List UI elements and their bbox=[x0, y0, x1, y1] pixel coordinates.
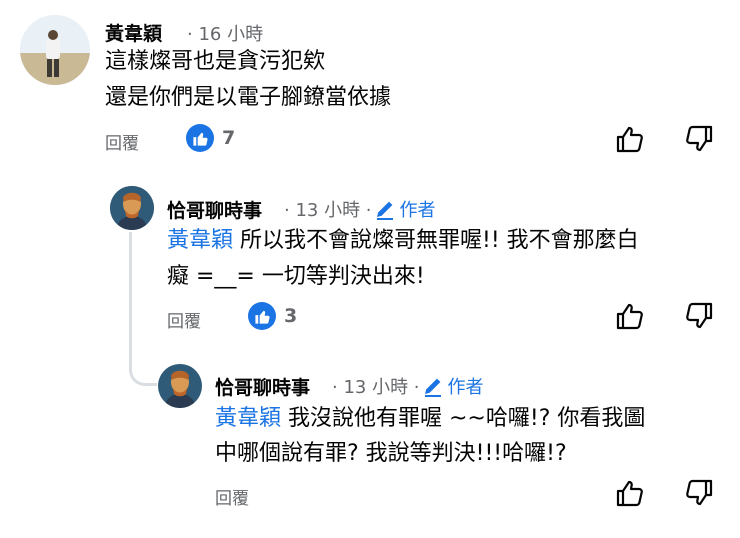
like-reaction-icon bbox=[248, 302, 276, 330]
reply-text: 我沒說他有罪喔 ~~哈囉!? 你看我圖 bbox=[281, 406, 646, 431]
reply-meta: · 13 小時 · 作者 bbox=[284, 196, 436, 222]
avatar-painting-portrait bbox=[110, 186, 154, 230]
thumbs-up-icon[interactable] bbox=[615, 301, 645, 331]
reply-button[interactable]: 回覆 bbox=[105, 129, 139, 154]
mention-link[interactable]: 黃韋穎 bbox=[167, 228, 233, 253]
author-badge: 作者 bbox=[447, 377, 484, 398]
comment-author-name[interactable]: 黃韋穎 bbox=[105, 19, 162, 46]
pencil-icon bbox=[422, 375, 444, 397]
pencil-icon bbox=[374, 198, 396, 220]
avatar-photo-beach bbox=[20, 15, 90, 85]
avatar-commenter-1[interactable] bbox=[20, 15, 90, 85]
thumbs-down-icon[interactable] bbox=[684, 124, 714, 154]
reply-meta: · 13 小時 · 作者 bbox=[332, 373, 484, 399]
reply-text-line: 中哪個說有罪? 我說等判決!!!哈囉!? bbox=[215, 441, 567, 466]
reply-button[interactable]: 回覆 bbox=[215, 484, 249, 509]
avatar-painting-portrait bbox=[158, 364, 202, 408]
mention-link[interactable]: 黃韋穎 bbox=[215, 406, 281, 431]
comment-text-line: 這樣燦哥也是貪污犯欸 bbox=[105, 49, 326, 74]
reply-author-name[interactable]: 恰哥聊時事 bbox=[215, 373, 310, 400]
avatar-channel[interactable] bbox=[158, 364, 202, 408]
timestamp-text: · 13 小時 · bbox=[332, 377, 420, 398]
avatar-channel[interactable] bbox=[110, 186, 154, 230]
reply-author-name[interactable]: 恰哥聊時事 bbox=[167, 196, 262, 223]
thumbs-down-icon[interactable] bbox=[684, 301, 714, 331]
reply-button[interactable]: 回覆 bbox=[167, 307, 201, 332]
reaction-summary[interactable]: 3 bbox=[248, 302, 297, 330]
timestamp-text: · 16 小時 bbox=[187, 24, 264, 45]
thumbs-down-icon[interactable] bbox=[684, 478, 714, 508]
reply-text-line: 癡 =__= 一切等判決出來! bbox=[167, 264, 425, 289]
author-badge: 作者 bbox=[399, 200, 436, 221]
reply-text-line: 黃韋穎 我沒說他有罪喔 ~~哈囉!? 你看我圖 bbox=[215, 402, 645, 436]
comment-text-line: 還是你們是以電子腳鐐當依據 bbox=[105, 85, 392, 110]
reaction-count: 3 bbox=[284, 305, 298, 327]
reply-text-line: 黃韋穎 所以我不會說燦哥無罪喔!! 我不會那麼白 bbox=[167, 224, 639, 258]
timestamp-text: · 13 小時 · bbox=[284, 200, 372, 221]
thread-branch-curve bbox=[129, 340, 157, 386]
reaction-count: 7 bbox=[222, 127, 236, 149]
thumbs-up-icon[interactable] bbox=[615, 478, 645, 508]
comment-timestamp: · 16 小時 bbox=[187, 20, 263, 46]
reply-text: 所以我不會說燦哥無罪喔!! 我不會那麼白 bbox=[233, 228, 639, 253]
like-reaction-icon bbox=[186, 124, 214, 152]
reaction-summary[interactable]: 7 bbox=[186, 124, 235, 152]
thumbs-up-icon[interactable] bbox=[615, 124, 645, 154]
